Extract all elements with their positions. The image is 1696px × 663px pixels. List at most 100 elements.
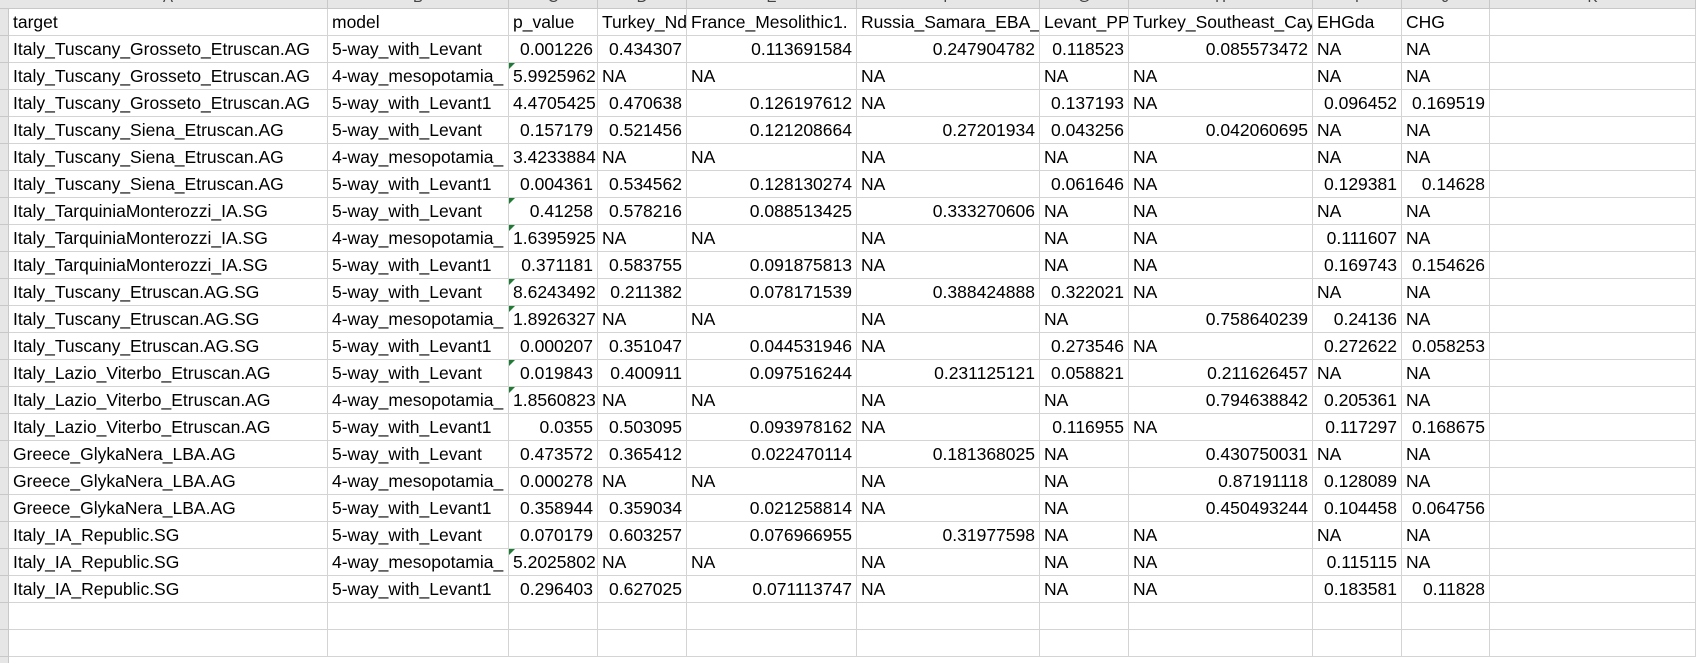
data-cell[interactable]: 0.41258 [509, 198, 598, 225]
data-cell[interactable]: NA [1402, 144, 1490, 171]
data-cell[interactable]: 0.128089 [1313, 468, 1402, 495]
data-cell[interactable]: 0.503095 [598, 414, 687, 441]
number-stored-as-text-flag-icon[interactable] [509, 360, 515, 366]
data-cell[interactable]: Italy_Tuscany_Siena_Etruscan.AG [9, 144, 328, 171]
data-cell[interactable]: NA [1040, 252, 1129, 279]
data-cell[interactable] [1129, 630, 1313, 657]
data-cell[interactable]: 0.128130274 [687, 171, 857, 198]
data-cell[interactable]: NA [1129, 144, 1313, 171]
data-cell[interactable]: NA [598, 387, 687, 414]
data-cell[interactable]: NA [1040, 576, 1129, 603]
data-cell[interactable]: 8.6243492 [509, 279, 598, 306]
data-cell[interactable]: 4-way_mesopotamia_ [328, 549, 509, 576]
row-header[interactable] [0, 306, 8, 333]
data-cell[interactable]: NA [598, 144, 687, 171]
data-cell[interactable]: NA [1129, 252, 1313, 279]
data-cell[interactable]: NA [1402, 549, 1490, 576]
data-cell[interactable] [1040, 630, 1129, 657]
data-cell[interactable]: NA [1129, 279, 1313, 306]
data-cell[interactable]: 5-way_with_Levant1 [328, 90, 509, 117]
data-cell[interactable]: NA [1129, 576, 1313, 603]
data-cell[interactable]: NA [857, 387, 1040, 414]
number-stored-as-text-flag-icon[interactable] [509, 549, 515, 555]
data-cell[interactable]: 0.121208664 [687, 117, 857, 144]
data-cell[interactable]: Italy_Tuscany_Etruscan.AG.SG [9, 333, 328, 360]
data-cell[interactable]: 0.11828 [1402, 576, 1490, 603]
header-cell[interactable]: Turkey_Southeast_Cay [1129, 9, 1313, 36]
data-cell[interactable]: NA [1313, 522, 1402, 549]
data-cell[interactable]: 0.272622 [1313, 333, 1402, 360]
data-cell[interactable]: NA [1313, 198, 1402, 225]
data-cell[interactable]: 0.154626 [1402, 252, 1490, 279]
data-cell[interactable]: 0.168675 [1402, 414, 1490, 441]
data-cell[interactable] [328, 603, 509, 630]
data-cell[interactable]: 0.157179 [509, 117, 598, 144]
row-header[interactable] [0, 441, 8, 468]
data-cell[interactable]: NA [1402, 468, 1490, 495]
column-header-i[interactable]: I [1313, 0, 1402, 8]
column-header-d[interactable]: D [598, 0, 687, 8]
data-cell[interactable]: 4-way_mesopotamia_ [328, 468, 509, 495]
data-cell[interactable] [1490, 333, 1696, 360]
data-cell[interactable]: NA [1040, 306, 1129, 333]
data-cell[interactable] [1490, 144, 1696, 171]
data-cell[interactable]: 5-way_with_Levant1 [328, 171, 509, 198]
row-header[interactable] [0, 279, 8, 306]
data-cell[interactable]: NA [857, 306, 1040, 333]
data-cell[interactable] [509, 630, 598, 657]
data-cell[interactable]: 5-way_with_Levant1 [328, 414, 509, 441]
data-cell[interactable]: 5.2025802 [509, 549, 598, 576]
header-cell[interactable]: Russia_Samara_EBA_\ [857, 9, 1040, 36]
data-cell[interactable] [857, 630, 1040, 657]
data-cell[interactable]: NA [687, 225, 857, 252]
data-cell[interactable]: 0.388424888 [857, 279, 1040, 306]
data-cell[interactable]: NA [1040, 441, 1129, 468]
data-cell[interactable] [1490, 360, 1696, 387]
data-cell[interactable] [1490, 252, 1696, 279]
data-cell[interactable]: 0.001226 [509, 36, 598, 63]
column-header-e[interactable]: E [687, 0, 857, 8]
data-cell[interactable] [1313, 603, 1402, 630]
data-cell[interactable]: 0.365412 [598, 441, 687, 468]
data-cell[interactable]: NA [687, 468, 857, 495]
header-cell[interactable]: Turkey_Nd [598, 9, 687, 36]
header-cell[interactable]: EHGda [1313, 9, 1402, 36]
data-cell[interactable]: 0.322021 [1040, 279, 1129, 306]
data-cell[interactable]: 5-way_with_Levant [328, 117, 509, 144]
data-cell[interactable] [1490, 36, 1696, 63]
data-cell[interactable] [1490, 468, 1696, 495]
data-cell[interactable]: 0.24136 [1313, 306, 1402, 333]
data-cell[interactable]: Italy_Tuscany_Etruscan.AG.SG [9, 279, 328, 306]
row-header[interactable] [0, 630, 8, 657]
data-cell[interactable]: NA [1402, 36, 1490, 63]
data-cell[interactable]: 0.183581 [1313, 576, 1402, 603]
data-cell[interactable]: Italy_Tuscany_Grosseto_Etruscan.AG [9, 90, 328, 117]
data-cell[interactable]: NA [857, 171, 1040, 198]
data-cell[interactable] [1490, 63, 1696, 90]
data-cell[interactable]: NA [1129, 171, 1313, 198]
data-cell[interactable]: Italy_TarquiniaMonterozzi_IA.SG [9, 198, 328, 225]
data-cell[interactable]: 5-way_with_Levant1 [328, 576, 509, 603]
data-cell[interactable]: 1.8560823 [509, 387, 598, 414]
column-header-h[interactable]: H [1129, 0, 1313, 8]
data-cell[interactable]: Italy_Tuscany_Siena_Etruscan.AG [9, 117, 328, 144]
data-cell[interactable]: 0.0355 [509, 414, 598, 441]
data-cell[interactable]: Greece_GlykaNera_LBA.AG [9, 495, 328, 522]
data-cell[interactable] [1490, 441, 1696, 468]
data-cell[interactable] [1490, 495, 1696, 522]
data-cell[interactable]: Italy_Lazio_Viterbo_Etruscan.AG [9, 387, 328, 414]
data-cell[interactable]: NA [1040, 468, 1129, 495]
data-cell[interactable]: NA [1402, 306, 1490, 333]
row-header[interactable] [0, 198, 8, 225]
data-cell[interactable]: Italy_TarquiniaMonterozzi_IA.SG [9, 252, 328, 279]
data-cell[interactable] [509, 603, 598, 630]
data-cell[interactable]: 0.169519 [1402, 90, 1490, 117]
data-cell[interactable]: 0.116955 [1040, 414, 1129, 441]
data-cell[interactable]: 0.169743 [1313, 252, 1402, 279]
data-cell[interactable]: 0.247904782 [857, 36, 1040, 63]
data-cell[interactable]: NA [598, 306, 687, 333]
data-cell[interactable]: 5-way_with_Levant [328, 198, 509, 225]
data-cell[interactable]: 5-way_with_Levant [328, 522, 509, 549]
data-cell[interactable] [1490, 549, 1696, 576]
data-cell[interactable]: 0.021258814 [687, 495, 857, 522]
